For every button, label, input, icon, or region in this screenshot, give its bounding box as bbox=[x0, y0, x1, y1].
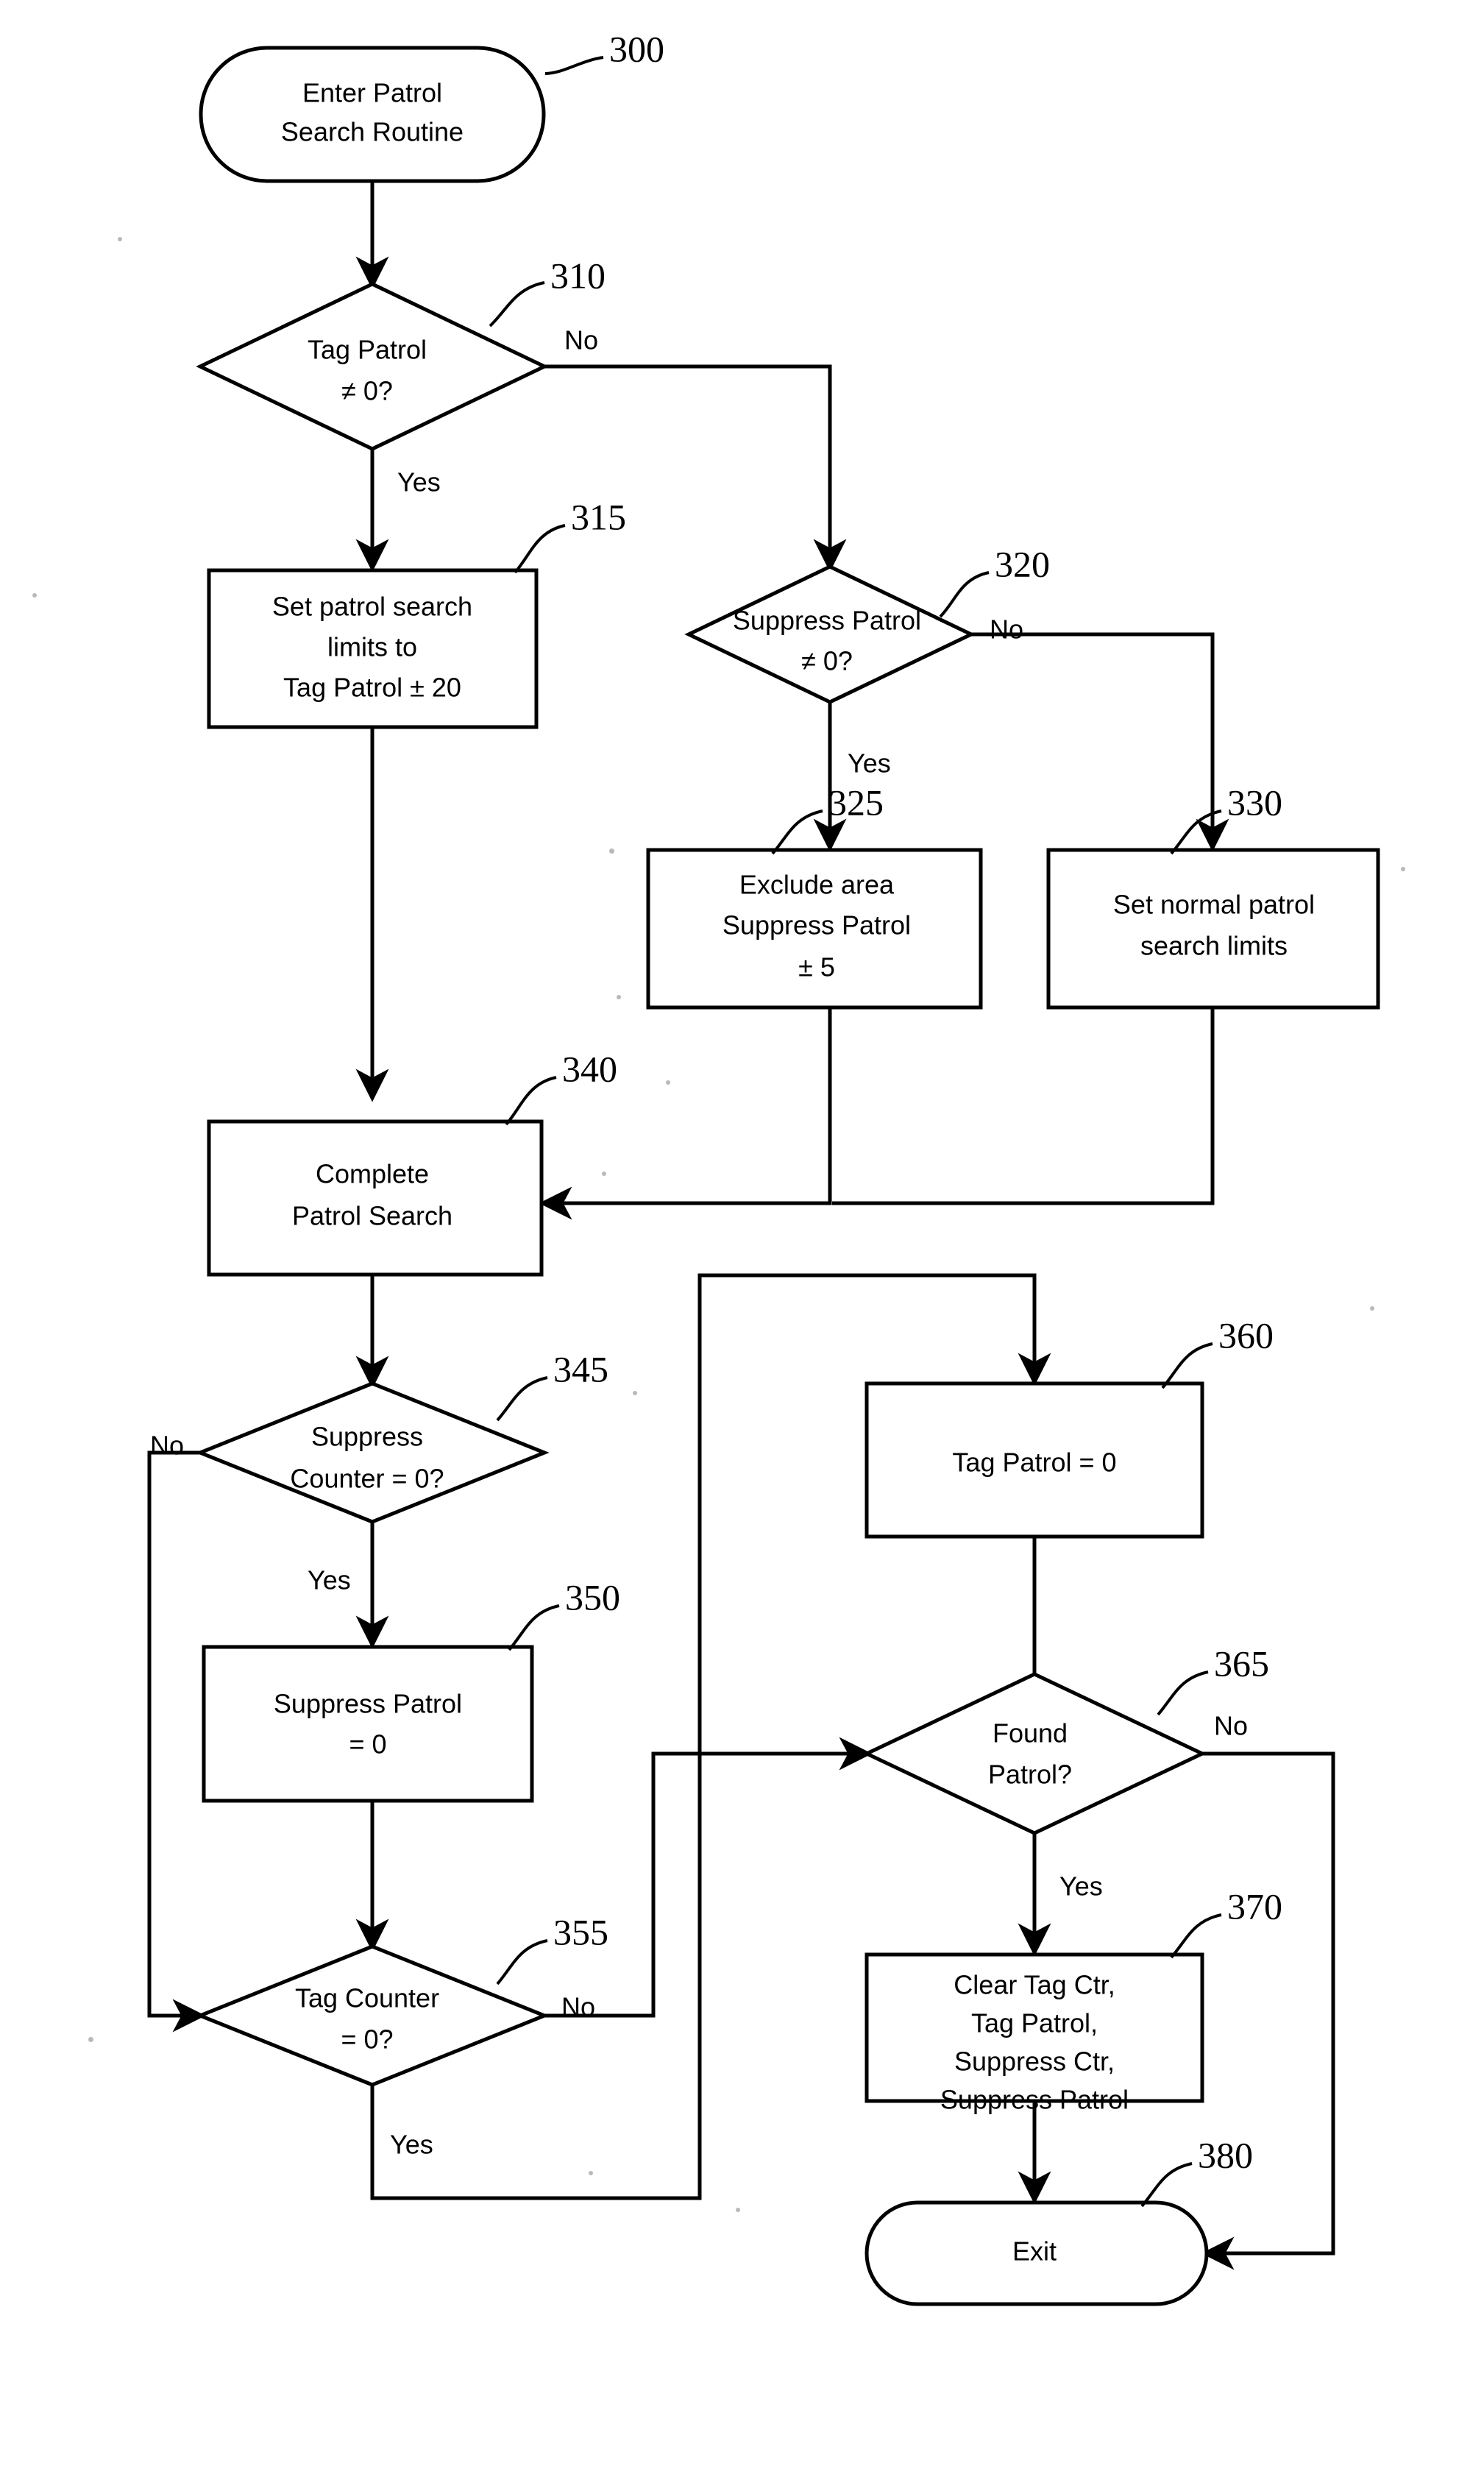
ref-number-315: 315 bbox=[571, 496, 626, 537]
node-330-shape bbox=[1046, 848, 1380, 1010]
edge-345-no-to-355 bbox=[147, 1450, 206, 2033]
node-350-shape bbox=[202, 1645, 534, 1803]
ref-number-340: 340 bbox=[562, 1048, 617, 1089]
ref-number-320: 320 bbox=[995, 543, 1050, 584]
node-340-line-0: Complete bbox=[316, 1159, 429, 1189]
node-350-line-0: Suppress Patrol bbox=[274, 1689, 462, 1719]
ref-number-355: 355 bbox=[553, 1911, 608, 1952]
scan-speck bbox=[88, 2037, 93, 2042]
leader-315 bbox=[514, 524, 566, 574]
scan-speck bbox=[736, 2208, 740, 2212]
node-310-line-1: ≠ 0? bbox=[341, 376, 393, 406]
node-315-line-0: Set patrol search bbox=[272, 592, 472, 622]
scan-speck bbox=[602, 1172, 606, 1176]
node-350-line-1: = 0 bbox=[349, 1729, 386, 1760]
node-300-line-1: Search Routine bbox=[281, 117, 464, 147]
node-345-shape bbox=[195, 1381, 550, 1524]
node-370-line-3: Suppress Patrol bbox=[940, 2085, 1129, 2115]
node-325-line-2: ± 5 bbox=[798, 952, 835, 982]
node-365-line-0: Found bbox=[993, 1718, 1068, 1748]
scan-speck bbox=[32, 593, 37, 598]
node-320-line-0: Suppress Patrol bbox=[733, 606, 921, 636]
node-325-line-1: Suppress Patrol bbox=[723, 910, 911, 940]
leader-360 bbox=[1161, 1342, 1213, 1389]
node-370-line-0: Clear Tag Ctr, bbox=[954, 1970, 1115, 2000]
node-345-line-1: Counter = 0? bbox=[290, 1464, 444, 1494]
leader-340 bbox=[505, 1076, 557, 1126]
node-345-line-0: Suppress bbox=[311, 1422, 423, 1452]
ref-number-365: 365 bbox=[1214, 1643, 1269, 1684]
scan-speck bbox=[609, 848, 614, 854]
scan-speck bbox=[617, 995, 621, 999]
node-315-line-2: Tag Patrol ± 20 bbox=[283, 673, 461, 703]
leader-300 bbox=[544, 56, 604, 75]
edge-330-to-340 bbox=[832, 1007, 1215, 1205]
edge-label-345-yes: Yes bbox=[308, 1565, 351, 1595]
node-355-line-0: Tag Counter bbox=[295, 1983, 439, 2013]
edge-label-365-yes: Yes bbox=[1059, 1871, 1103, 1902]
node-355-shape bbox=[195, 1944, 550, 2087]
node-310-line-0: Tag Patrol bbox=[308, 335, 427, 365]
ref-number-370: 370 bbox=[1227, 1885, 1282, 1927]
figure-sheet: Enter Patrol Search Routine Tag Patrol ≠… bbox=[0, 0, 1484, 2466]
node-325-line-0: Exclude area bbox=[739, 870, 895, 900]
edge-label-310-yes: Yes bbox=[397, 467, 441, 497]
flowchart-canvas: Enter Patrol Search Routine Tag Patrol ≠… bbox=[147, 28, 1380, 2306]
edge-label-345-no: No bbox=[150, 1431, 184, 1461]
leader-350 bbox=[508, 1604, 560, 1651]
node-330-line-1: search limits bbox=[1140, 931, 1288, 961]
edge-365-no-to-380 bbox=[1201, 1751, 1335, 2270]
leader-370 bbox=[1170, 1913, 1222, 1959]
ref-number-325: 325 bbox=[828, 782, 884, 823]
node-370-line-1: Tag Patrol, bbox=[971, 2008, 1098, 2038]
node-340-shape bbox=[207, 1119, 544, 1277]
edge-label-355-no: No bbox=[561, 1992, 595, 2022]
node-320-line-1: ≠ 0? bbox=[801, 646, 853, 676]
scan-speck bbox=[589, 2171, 593, 2175]
scan-speck bbox=[118, 237, 122, 241]
node-365-shape bbox=[862, 1672, 1207, 1835]
ref-number-330: 330 bbox=[1227, 782, 1282, 823]
ref-number-360: 360 bbox=[1218, 1314, 1274, 1356]
edge-label-320-no: No bbox=[990, 614, 1023, 645]
leader-325 bbox=[771, 809, 823, 855]
scan-speck bbox=[1401, 867, 1405, 871]
node-310-shape bbox=[196, 282, 549, 451]
node-355-line-1: = 0? bbox=[341, 2024, 393, 2055]
node-370-line-2: Suppress Ctr, bbox=[954, 2047, 1115, 2077]
node-315-line-1: limits to bbox=[327, 632, 417, 662]
ref-number-310: 310 bbox=[550, 255, 606, 296]
scan-speck bbox=[666, 1080, 670, 1085]
edge-label-320-yes: Yes bbox=[848, 748, 891, 779]
leader-345 bbox=[496, 1376, 548, 1422]
leader-380 bbox=[1140, 2162, 1193, 2208]
edge-355-no-to-365 bbox=[544, 1737, 873, 2018]
node-380-line-0: Exit bbox=[1012, 2236, 1057, 2267]
ref-number-300: 300 bbox=[609, 28, 664, 69]
ref-number-380: 380 bbox=[1198, 2134, 1253, 2175]
node-340-line-1: Patrol Search bbox=[292, 1201, 452, 1231]
ref-number-345: 345 bbox=[553, 1348, 608, 1389]
scan-speck bbox=[633, 1391, 637, 1395]
scan-speck bbox=[1370, 1306, 1374, 1311]
ref-number-350: 350 bbox=[565, 1576, 620, 1618]
edge-label-355-yes: Yes bbox=[390, 2130, 433, 2160]
edge-label-365-no: No bbox=[1214, 1711, 1248, 1741]
edge-label-310-no: No bbox=[564, 325, 598, 355]
node-300-line-0: Enter Patrol bbox=[302, 78, 442, 108]
node-300-shape bbox=[199, 46, 546, 183]
leader-320 bbox=[939, 571, 990, 618]
leader-355 bbox=[496, 1939, 548, 1985]
node-330-line-0: Set normal patrol bbox=[1113, 890, 1315, 920]
edge-320-no-to-330 bbox=[971, 632, 1229, 852]
node-365-line-1: Patrol? bbox=[988, 1760, 1072, 1790]
edge-325-to-340 bbox=[539, 1007, 832, 1220]
leader-310 bbox=[489, 281, 545, 327]
node-360-line-0: Tag Patrol = 0 bbox=[952, 1448, 1116, 1478]
leader-365 bbox=[1157, 1670, 1209, 1716]
